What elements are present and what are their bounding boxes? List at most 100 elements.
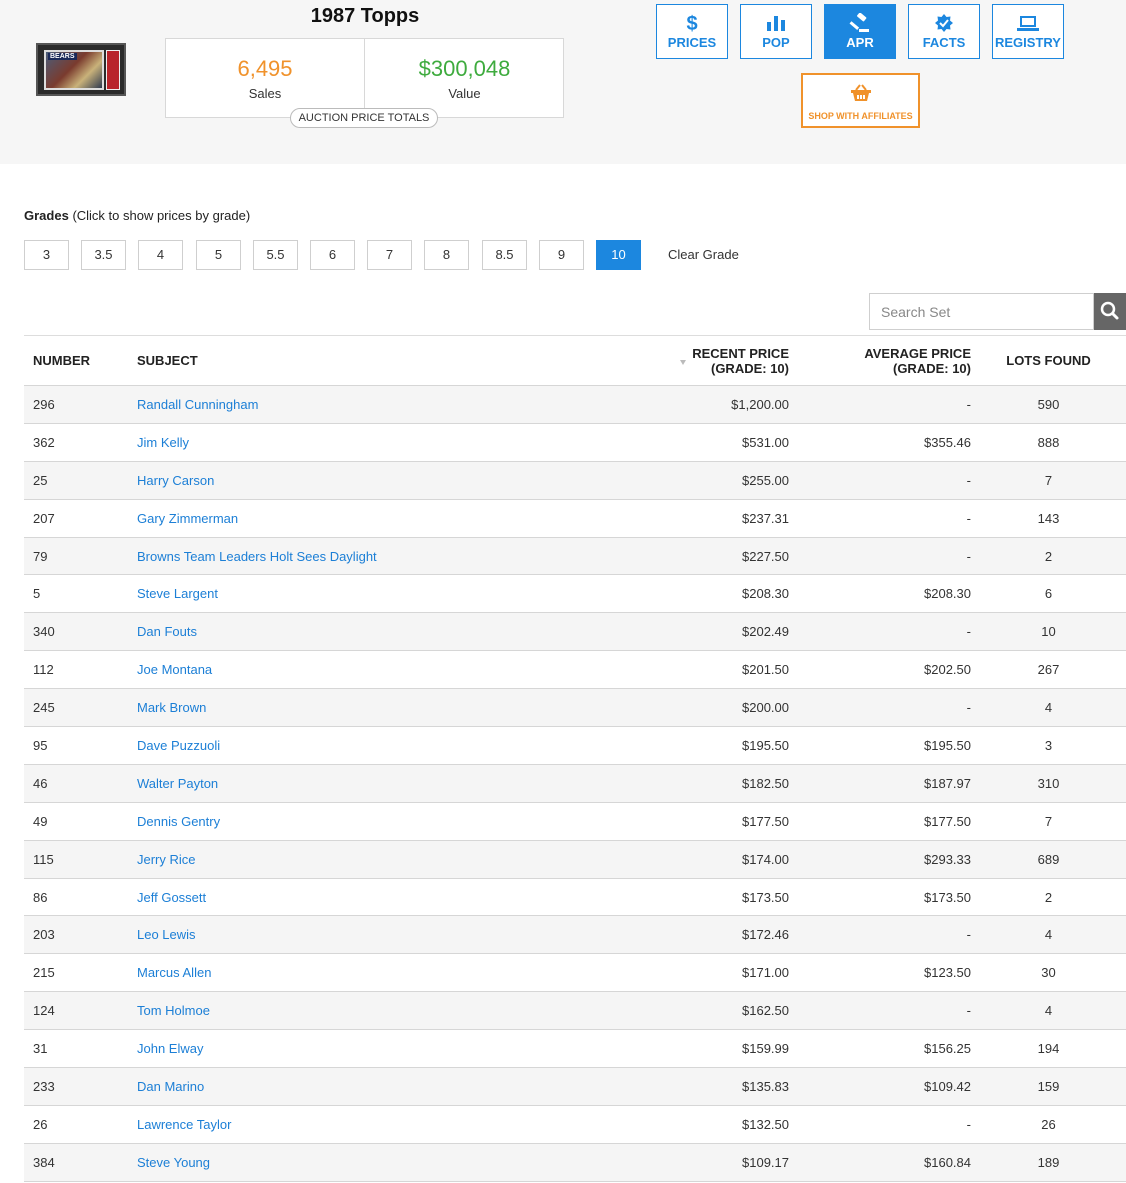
- subject-link[interactable]: Dan Fouts: [137, 624, 197, 639]
- cell-lots-found: 4: [1044, 1003, 1053, 1019]
- cell-lots-found: 159: [1037, 1078, 1060, 1094]
- subject-link[interactable]: Tom Holmoe: [137, 1003, 210, 1018]
- subject-link[interactable]: Steve Largent: [137, 586, 218, 601]
- table-row[interactable]: 112 Joe Montana $201.50 $202.50 267: [24, 650, 1126, 689]
- subject-link[interactable]: Steve Young: [137, 1155, 210, 1170]
- svg-text:$: $: [686, 13, 697, 33]
- cell-recent-price: $159.99: [742, 1041, 789, 1057]
- subject-link[interactable]: John Elway: [137, 1041, 203, 1056]
- grade-button[interactable]: 6: [310, 240, 355, 270]
- nav-prices-button[interactable]: $ PRICES: [656, 4, 728, 59]
- cell-number: 86: [33, 889, 48, 905]
- cell-number: 79: [33, 548, 48, 564]
- subject-link[interactable]: Randall Cunningham: [137, 397, 258, 412]
- cell-subject: Mark Brown: [137, 689, 597, 727]
- clear-grade-link[interactable]: Clear Grade: [668, 247, 739, 262]
- subject-link[interactable]: Dan Marino: [137, 1079, 204, 1094]
- cell-lots-found: 30: [1041, 965, 1056, 981]
- table-row[interactable]: 5 Steve Largent $208.30 $208.30 6: [24, 574, 1126, 613]
- cell-subject: Randall Cunningham: [137, 386, 597, 424]
- cell-average-price: $208.30: [924, 586, 971, 602]
- cell-number: 26: [33, 1116, 48, 1132]
- grade-button-selected[interactable]: 10: [596, 240, 641, 270]
- table-row[interactable]: 49 Dennis Gentry $177.50 $177.50 7: [24, 802, 1126, 841]
- table-row[interactable]: 362 Jim Kelly $531.00 $355.46 888: [24, 423, 1126, 462]
- table-row[interactable]: 46 Walter Payton $182.50 $187.97 310: [24, 764, 1126, 803]
- header-number[interactable]: NUMBER: [24, 336, 137, 386]
- grade-button[interactable]: 8.5: [482, 240, 527, 270]
- table-row[interactable]: 79 Browns Team Leaders Holt Sees Daylight…: [24, 537, 1126, 575]
- shop-affiliates-button[interactable]: SHOP WITH AFFILIATES: [801, 73, 920, 128]
- table-row[interactable]: 215 Marcus Allen $171.00 $123.50 30: [24, 953, 1126, 992]
- cell-lots-found: 267: [1037, 662, 1060, 678]
- cell-subject: Steve Young: [137, 1143, 597, 1181]
- search-icon: [1100, 301, 1119, 320]
- subject-link[interactable]: Marcus Allen: [137, 965, 211, 980]
- table-row[interactable]: 233 Dan Marino $135.83 $109.42 159: [24, 1067, 1126, 1106]
- header-average-price[interactable]: AVERAGE PRICE (GRADE: 10): [789, 336, 971, 386]
- cell-number: 49: [33, 813, 48, 829]
- table-row[interactable]: 296 Randall Cunningham $1,200.00 - 590: [24, 385, 1126, 424]
- subject-link[interactable]: Mark Brown: [137, 700, 206, 715]
- search-button[interactable]: [1094, 293, 1126, 330]
- cell-recent-price: $201.50: [742, 662, 789, 678]
- table-row[interactable]: 340 Dan Fouts $202.49 - 10: [24, 612, 1126, 651]
- cell-number: 245: [33, 700, 55, 716]
- table-row[interactable]: 203 Leo Lewis $172.46 - 4: [24, 915, 1126, 954]
- table-row[interactable]: 207 Gary Zimmerman $237.31 - 143: [24, 499, 1126, 538]
- cell-average-price: $293.33: [924, 851, 971, 867]
- subject-link[interactable]: Lawrence Taylor: [137, 1117, 231, 1132]
- table-row[interactable]: 245 Mark Brown $200.00 - 4: [24, 688, 1126, 727]
- subject-link[interactable]: Walter Payton: [137, 776, 218, 791]
- header-lots-found[interactable]: LOTS FOUND: [971, 336, 1126, 386]
- subject-link[interactable]: Jim Kelly: [137, 435, 189, 450]
- table-row[interactable]: 25 Harry Carson $255.00 - 7: [24, 461, 1126, 500]
- cell-number: 112: [33, 662, 54, 678]
- cell-recent-price: $531.00: [742, 434, 789, 450]
- table-row[interactable]: 95 Dave Puzzuoli $195.50 $195.50 3: [24, 726, 1126, 765]
- subject-link[interactable]: Jeff Gossett: [137, 890, 206, 905]
- subject-link[interactable]: Leo Lewis: [137, 927, 196, 942]
- grade-button[interactable]: 5.5: [253, 240, 298, 270]
- set-thumbnail-image[interactable]: BEARS: [36, 43, 126, 96]
- cell-number: 207: [33, 510, 55, 526]
- subject-link[interactable]: Joe Montana: [137, 662, 212, 677]
- grade-button[interactable]: 3.5: [81, 240, 126, 270]
- value-total: $300,048 Value: [365, 39, 564, 117]
- subject-link[interactable]: Gary Zimmerman: [137, 511, 238, 526]
- cell-recent-price: $208.30: [742, 586, 789, 602]
- grade-button[interactable]: 3: [24, 240, 69, 270]
- table-row[interactable]: 31 John Elway $159.99 $156.25 194: [24, 1029, 1126, 1068]
- cell-recent-price: $132.50: [742, 1116, 789, 1132]
- table-row[interactable]: 86 Jeff Gossett $173.50 $173.50 2: [24, 878, 1126, 916]
- cell-number: 5: [33, 586, 41, 602]
- grade-button[interactable]: 5: [196, 240, 241, 270]
- grade-button[interactable]: 9: [539, 240, 584, 270]
- header-recent-price[interactable]: RECENT PRICE (GRADE: 10): [597, 336, 789, 386]
- cell-number: 203: [33, 927, 55, 943]
- grade-button[interactable]: 4: [138, 240, 183, 270]
- header-subject[interactable]: SUBJECT: [137, 336, 597, 386]
- cell-number: 340: [33, 624, 55, 640]
- nav-pop-button[interactable]: POP: [740, 4, 812, 59]
- header-recent-price-label: RECENT PRICE (GRADE: 10): [692, 346, 789, 376]
- subject-link[interactable]: Harry Carson: [137, 473, 214, 488]
- subject-link[interactable]: Browns Team Leaders Holt Sees Daylight: [137, 549, 377, 564]
- grade-button[interactable]: 8: [424, 240, 469, 270]
- cell-subject: Jim Kelly: [137, 423, 597, 461]
- subject-link[interactable]: Dennis Gentry: [137, 814, 220, 829]
- nav-registry-button[interactable]: REGISTRY: [992, 4, 1064, 59]
- table-row[interactable]: 384 Steve Young $109.17 $160.84 189: [24, 1143, 1126, 1182]
- cell-average-price: -: [966, 700, 971, 716]
- subject-link[interactable]: Dave Puzzuoli: [137, 738, 220, 753]
- subject-link[interactable]: Jerry Rice: [137, 852, 196, 867]
- search-set-input[interactable]: [869, 293, 1094, 330]
- grade-button[interactable]: 7: [367, 240, 412, 270]
- cell-subject: Tom Holmoe: [137, 992, 597, 1030]
- nav-apr-button[interactable]: APR: [824, 4, 896, 59]
- table-row[interactable]: 26 Lawrence Taylor $132.50 - 26: [24, 1105, 1126, 1144]
- nav-facts-button[interactable]: FACTS: [908, 4, 980, 59]
- table-row[interactable]: 124 Tom Holmoe $162.50 - 4: [24, 991, 1126, 1030]
- table-row[interactable]: 115 Jerry Rice $174.00 $293.33 689: [24, 840, 1126, 879]
- cell-average-price: -: [966, 510, 971, 526]
